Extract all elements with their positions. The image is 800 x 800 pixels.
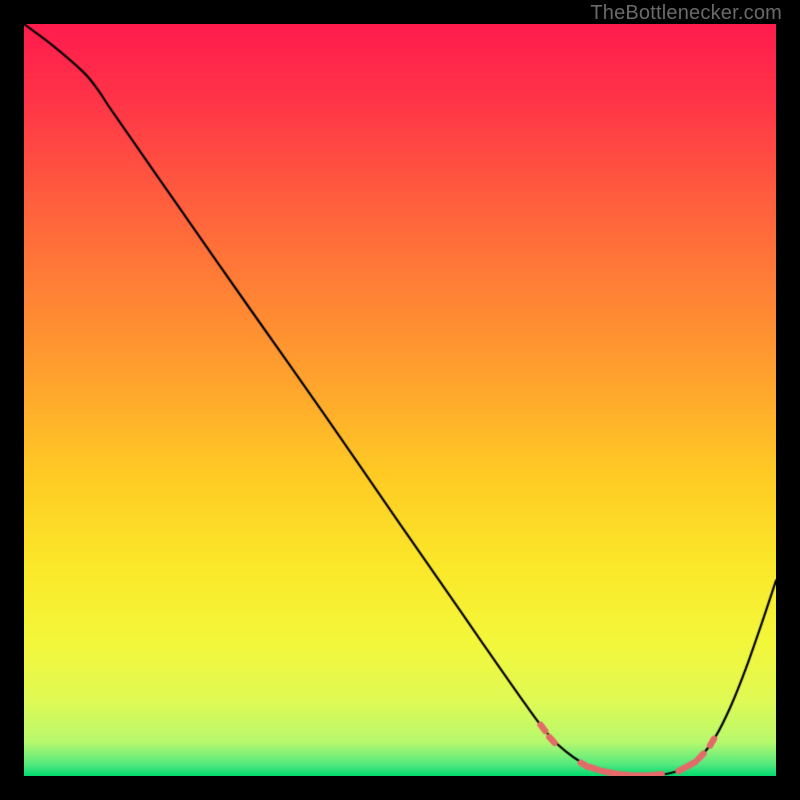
chart-frame: TheBottlenecker.com bbox=[0, 0, 800, 800]
attribution-text: TheBottlenecker.com bbox=[590, 2, 782, 25]
bottleneck-curve-plot bbox=[24, 24, 776, 776]
